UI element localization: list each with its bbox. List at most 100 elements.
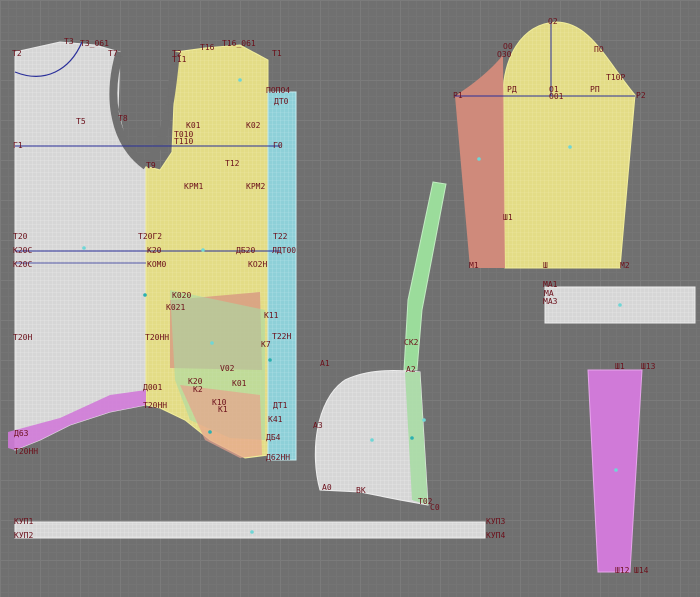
vertex-point-icon[interactable] [82,246,86,250]
point-label[interactable]: Т8 [118,114,128,123]
point-label[interactable]: СК2 [404,338,419,347]
point-label[interactable]: Д001 [143,383,162,392]
point-label[interactable]: ПОПО4 [266,86,290,95]
point-label[interactable]: Ш13 [641,362,656,371]
vertex-point-icon[interactable] [614,468,618,472]
point-label[interactable]: ДБ4 [266,433,281,442]
point-label[interactable]: МА1 [543,280,558,289]
point-label[interactable]: РД [507,85,517,94]
front-bodice-panel[interactable] [14,41,147,451]
point-label[interactable]: КРМ1 [184,182,203,191]
point-label[interactable]: МА [544,289,554,298]
point-label[interactable]: ДБ20 [236,246,255,255]
point-label[interactable]: КО2Н [248,260,267,269]
sleeve-panel-yellow[interactable] [502,21,636,269]
point-label[interactable]: Т22 [273,232,288,241]
point-label[interactable]: К2 [193,385,203,394]
waistband-piece[interactable] [14,521,486,539]
point-label[interactable]: А3 [313,421,323,430]
sleeve-panel-red[interactable] [455,55,505,268]
point-label[interactable]: Ш12 [615,566,630,575]
point-label[interactable]: К020 [172,291,191,300]
point-label[interactable]: Т3_061 [80,39,109,48]
point-label[interactable]: V02 [220,364,235,373]
point-label[interactable]: М2 [620,261,630,270]
point-label[interactable]: Ш14 [634,566,649,575]
point-label[interactable]: Р1 [453,91,463,100]
point-label[interactable]: КУП3 [486,517,505,526]
point-label[interactable]: Т20 [13,232,28,241]
point-label[interactable]: Т16_061 [222,39,256,48]
point-label[interactable]: А1 [320,359,330,368]
point-label[interactable]: О30 [497,50,512,59]
point-label[interactable]: Г0 [273,141,283,150]
point-label[interactable]: Т5 [76,117,86,126]
point-label[interactable]: К01 [232,379,247,388]
point-label[interactable]: КУП2 [14,531,33,540]
point-label[interactable]: Г1 [13,141,23,150]
point-label[interactable]: Т10Р [606,73,625,82]
point-label[interactable]: Т20Г2 [138,232,162,241]
vertex-point-icon[interactable] [250,530,254,534]
point-label[interactable]: ВК [356,486,366,495]
point-label[interactable]: Т9 [146,161,156,170]
pattern-scene[interactable]: Т2 Т3 Т3_061 Т7 Т2 Т11 Т16 Т16_061 Т1 ПО… [0,0,700,597]
point-label[interactable]: Ш1 [615,362,625,371]
point-label[interactable]: Т2 [12,49,22,58]
point-label[interactable]: Т3 [64,37,74,46]
point-label[interactable]: ДТ0 [274,97,289,106]
point-label[interactable]: О2 [548,17,558,26]
point-label[interactable]: Р2 [636,91,646,100]
point-label[interactable]: К021 [166,303,185,312]
vertex-point-icon[interactable] [422,418,426,422]
point-label[interactable]: КУП4 [486,531,505,540]
point-label[interactable]: ЛДТ00 [272,246,296,255]
vertex-point-icon[interactable] [210,341,214,345]
point-label[interactable]: К11 [264,311,279,320]
point-label[interactable]: Т20НН [14,447,38,456]
vertex-point-icon[interactable] [618,303,622,307]
point-label[interactable]: К01 [186,121,201,130]
vertex-point-icon[interactable] [477,157,481,161]
point-label[interactable]: К02 [246,121,261,130]
point-label[interactable]: А2 [406,365,416,374]
point-label[interactable]: К41 [268,415,283,424]
pin-point-icon[interactable] [208,430,212,434]
point-label[interactable]: Д63 [14,429,29,438]
point-label[interactable]: Т20НН [145,333,169,342]
point-label[interactable]: КРМ2 [246,182,265,191]
point-label[interactable]: Т20Н [13,333,32,342]
vertex-point-icon[interactable] [201,248,205,252]
point-label[interactable]: Т20НН [143,401,167,410]
point-label[interactable]: КОМ0 [147,260,166,269]
point-label[interactable]: Ш1 [503,213,513,222]
pin-point-icon[interactable] [410,436,414,440]
point-label[interactable]: РП [590,85,600,94]
point-label[interactable]: ДТ1 [273,401,288,410]
point-label[interactable]: Т22Н [272,332,291,341]
point-label[interactable]: К1 [218,405,228,414]
point-label[interactable]: К20 [147,246,162,255]
point-label[interactable]: Т16 [200,43,215,52]
point-label[interactable]: С0 [430,503,440,512]
pin-point-icon[interactable] [268,358,272,362]
pattern-canvas[interactable]: Т2 Т3 Т3_061 Т7 Т2 Т11 Т16 Т16_061 Т1 ПО… [0,0,700,597]
point-label[interactable]: К20С [13,260,32,269]
point-label[interactable]: Ш [543,261,548,270]
point-label[interactable]: Т12 [225,159,240,168]
vertex-point-icon[interactable] [238,78,242,82]
vertex-point-icon[interactable] [370,438,374,442]
point-label[interactable]: А0 [322,483,332,492]
point-label[interactable]: Т110 [174,137,193,146]
point-label[interactable]: К7 [261,340,271,349]
point-label[interactable]: МА3 [543,297,558,306]
point-label[interactable]: Т11 [172,55,187,64]
vertex-point-icon[interactable] [568,145,572,149]
point-label[interactable]: ПО [594,45,604,54]
point-label[interactable]: Д62НН [266,453,290,462]
point-label[interactable]: М1 [469,261,479,270]
point-label[interactable]: К20С [13,246,32,255]
pin-point-icon[interactable] [143,293,147,297]
point-label[interactable]: О01 [549,92,564,101]
point-label[interactable]: Т7 [108,49,118,58]
